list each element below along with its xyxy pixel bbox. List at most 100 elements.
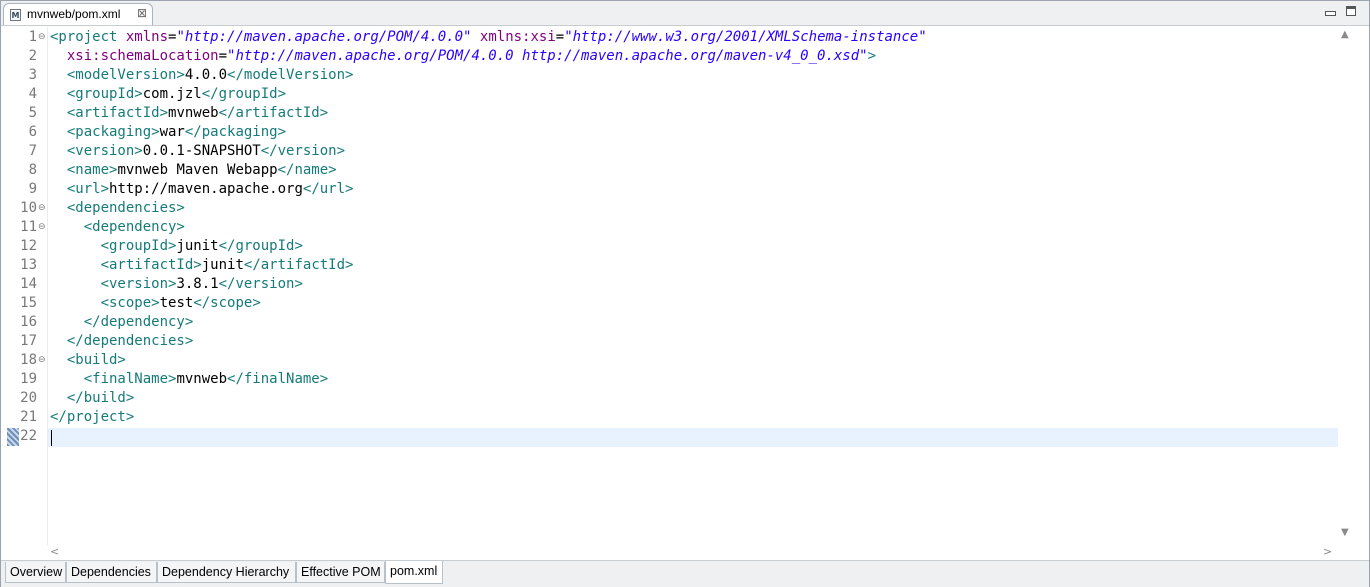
- code-token: <artifactId>: [100, 257, 202, 273]
- code-line[interactable]: <artifactId>junit</artifactId>: [50, 256, 354, 275]
- code-token: <packaging>: [66, 124, 160, 140]
- code-token: <groupId>: [100, 238, 177, 254]
- xml-file-icon: M: [10, 9, 21, 21]
- code-line[interactable]: <groupId>com.jzl</groupId>: [50, 85, 286, 104]
- line-number: 1: [28, 29, 37, 45]
- tab-overview[interactable]: Overview: [5, 562, 66, 583]
- editor-page-tabs: Overview Dependencies Dependency Hierarc…: [1, 560, 1369, 587]
- code-line[interactable]: <modelVersion>4.0.0</modelVersion>: [50, 66, 354, 85]
- code-token: </version>: [218, 276, 303, 292]
- code-line[interactable]: </build>: [50, 389, 134, 408]
- code-line[interactable]: <name>mvnweb Maven Webapp</name>: [50, 161, 337, 180]
- line-number: 14: [20, 276, 37, 292]
- line-number: 5: [28, 105, 37, 121]
- code-token: </artifactId>: [218, 105, 329, 121]
- code-token: </groupId>: [218, 238, 303, 254]
- code-token: 3.8.1: [176, 276, 219, 292]
- code-line[interactable]: </dependencies>: [50, 332, 193, 351]
- tab-dependencies[interactable]: Dependencies: [66, 562, 157, 583]
- code-line[interactable]: <url>http://maven.apache.org</url>: [50, 180, 354, 199]
- scroll-right-icon[interactable]: >: [1323, 545, 1332, 558]
- fold-toggle-icon[interactable]: ⊖: [38, 28, 46, 47]
- line-number: 20: [20, 390, 37, 406]
- code-line[interactable]: <dependencies>: [50, 199, 185, 218]
- tab-pom-xml[interactable]: M mvnweb/pom.xml ⊠: [3, 3, 153, 25]
- code-line[interactable]: </project>: [50, 408, 134, 427]
- code-token: </packaging>: [184, 124, 287, 140]
- code-token: </project>: [50, 409, 135, 425]
- code-token: 0.0.1-SNAPSHOT: [142, 143, 261, 159]
- code-line[interactable]: <packaging>war</packaging>: [50, 123, 286, 142]
- line-number: 8: [28, 162, 37, 178]
- fold-toggle-icon[interactable]: ⊖: [38, 351, 46, 370]
- code-token: <version>: [66, 143, 143, 159]
- editor-tab-strip: M mvnweb/pom.xml ⊠: [1, 1, 1369, 26]
- scroll-up-icon[interactable]: ▲: [1341, 29, 1349, 40]
- editor-window: M mvnweb/pom.xml ⊠ 1 ⊖ 2 3 4 5 6 7 8 9 10 ⊖ 11 ⊖ 12 13 1…: [0, 0, 1370, 587]
- code-token: </artifactId>: [243, 257, 354, 273]
- line-number: 3: [28, 67, 37, 83]
- code-token: "http://maven.apache.org/POM/4.0.0 http:…: [227, 48, 868, 64]
- code-token: test: [159, 295, 194, 311]
- fold-toggle-icon[interactable]: ⊖: [38, 199, 46, 218]
- line-number: 16: [20, 314, 37, 330]
- code-token: junit: [176, 238, 219, 254]
- code-line[interactable]: <version>0.0.1-SNAPSHOT</version>: [50, 142, 345, 161]
- code-line[interactable]: <version>3.8.1</version>: [50, 275, 303, 294]
- current-line-marker-icon: [7, 428, 19, 446]
- xml-source-editor[interactable]: 1 ⊖ 2 3 4 5 6 7 8 9 10 ⊖ 11 ⊖ 12 13 14 15 16 17 18 ⊖ 19 20 21 22 …: [3, 27, 1338, 545]
- line-number: 6: [28, 124, 37, 140]
- tab-effective-pom[interactable]: Effective POM: [296, 562, 385, 583]
- code-token: </dependencies>: [66, 333, 194, 349]
- code-token: junit: [201, 257, 244, 273]
- line-number: 18: [20, 352, 37, 368]
- code-token: <finalName>: [83, 371, 177, 387]
- code-token: <url>: [66, 181, 110, 197]
- code-token: mvnweb: [176, 371, 228, 387]
- code-token: <version>: [100, 276, 177, 292]
- code-line[interactable]: </dependency>: [50, 313, 194, 332]
- code-line[interactable]: <scope>test</scope>: [50, 294, 261, 313]
- line-number: 15: [20, 295, 37, 311]
- code-line[interactable]: <groupId>junit</groupId>: [50, 237, 303, 256]
- scroll-down-icon[interactable]: ▼: [1341, 527, 1349, 538]
- code-line[interactable]: <dependency>: [50, 218, 185, 237]
- code-token: <dependencies>: [66, 200, 185, 216]
- code-line[interactable]: <project xmlns = "http://maven.apache.org/…: [50, 28, 927, 47]
- code-line[interactable]: <finalName>mvnweb</finalName>: [50, 370, 328, 389]
- minimize-button[interactable]: [1323, 5, 1337, 19]
- tab-pom-xml-source[interactable]: pom.xml: [385, 561, 443, 584]
- maximize-button[interactable]: [1345, 5, 1359, 19]
- code-line[interactable]: xsi:schemaLocation="http://maven.apache.…: [50, 47, 876, 66]
- current-line-highlight: [48, 428, 1338, 447]
- line-number: 11: [20, 219, 37, 235]
- line-number-gutter: 1 ⊖ 2 3 4 5 6 7 8 9 10 ⊖ 11 ⊖ 12 13 14 15 16 17 18 ⊖ 19 20 21 22: [3, 27, 48, 545]
- close-icon[interactable]: ⊠: [137, 6, 147, 20]
- code-line[interactable]: <build>: [50, 351, 126, 370]
- fold-toggle-icon[interactable]: ⊖: [38, 218, 46, 237]
- code-token: mvnweb Maven Webapp: [117, 162, 278, 178]
- code-token: mvnweb: [168, 105, 219, 121]
- vertical-scrollbar[interactable]: ▲ ▼: [1338, 27, 1355, 545]
- horizontal-scrollbar[interactable]: < >: [47, 545, 1338, 560]
- tab-dependency-hierarchy[interactable]: Dependency Hierarchy: [157, 562, 296, 583]
- line-number: 7: [28, 143, 37, 159]
- code-token: </scope>: [193, 295, 261, 311]
- code-token: <artifactId>: [66, 105, 169, 121]
- code-token: </version>: [260, 143, 346, 159]
- scroll-left-icon[interactable]: <: [50, 545, 59, 558]
- code-line[interactable]: <artifactId>mvnweb</artifactId>: [50, 104, 328, 123]
- line-number: 10: [20, 200, 37, 216]
